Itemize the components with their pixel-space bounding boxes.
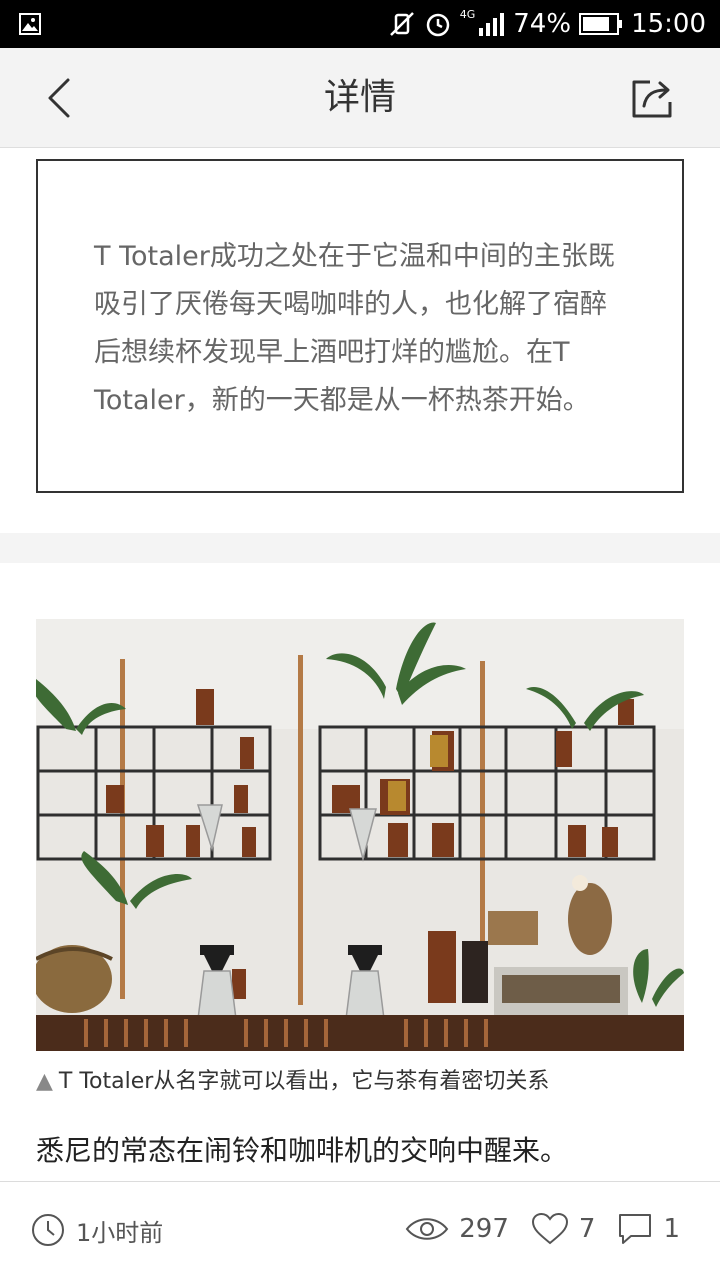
likes-count: 7 [578,1214,596,1244]
section-divider [0,533,720,563]
clock-icon [32,1214,64,1246]
publish-time: 1小时前 [30,1212,163,1248]
comment-button[interactable]: 1 [617,1212,680,1246]
article-paragraph: 悉尼的常态在闹铃和咖啡机的交响中醒来。 [36,1134,569,1167]
quote-text: T Totaler成功之处在于它温和中间的主张既吸引了厌倦每天喝咖啡的人，也化解… [94,241,615,416]
eye-icon [406,1218,449,1240]
tea-shelf-illustration [36,619,684,1051]
views-count: 297 [459,1214,509,1244]
bottom-stats-bar: 1小时前 297 7 1 [0,1181,720,1280]
engagement-stats: 297 7 1 [405,1212,680,1246]
caption-text: T Totaler从名字就可以看出，它与茶有着密切关系 [58,1069,550,1094]
clock-time: 15:00 [631,9,706,39]
page-title: 详情 [323,77,396,118]
top-nav-bar: 详情 [0,48,720,148]
alarm-icon [426,13,449,37]
heart-icon [531,1212,568,1245]
network-type: 4G [459,7,476,21]
caption-triangle-icon: ▲ [36,1069,53,1094]
like-button[interactable]: 7 [531,1212,596,1246]
status-bar: 4G 74% 15:00 [0,0,720,48]
battery-icon [579,13,623,35]
time-ago-text: 1小时前 [76,1218,164,1247]
image-icon [19,13,41,35]
signal-icon [479,13,505,36]
article-photo[interactable] [36,619,684,1051]
photo-caption: ▲ T Totaler从名字就可以看出，它与茶有着密切关系 [36,1063,549,1095]
comments-count: 1 [663,1214,680,1244]
battery-percent: 74% [513,9,572,39]
quote-box: T Totaler成功之处在于它温和中间的主张既吸引了厌倦每天喝咖啡的人，也化解… [36,159,684,493]
views-stat: 297 [405,1214,509,1244]
share-icon[interactable] [628,76,676,120]
mute-vibrate-icon [389,12,414,36]
comment-icon [619,1214,652,1244]
status-right: 4G 74% 15:00 [388,0,706,48]
article-content: T Totaler成功之处在于它温和中间的主张既吸引了厌倦每天喝咖啡的人，也化解… [0,149,720,1181]
